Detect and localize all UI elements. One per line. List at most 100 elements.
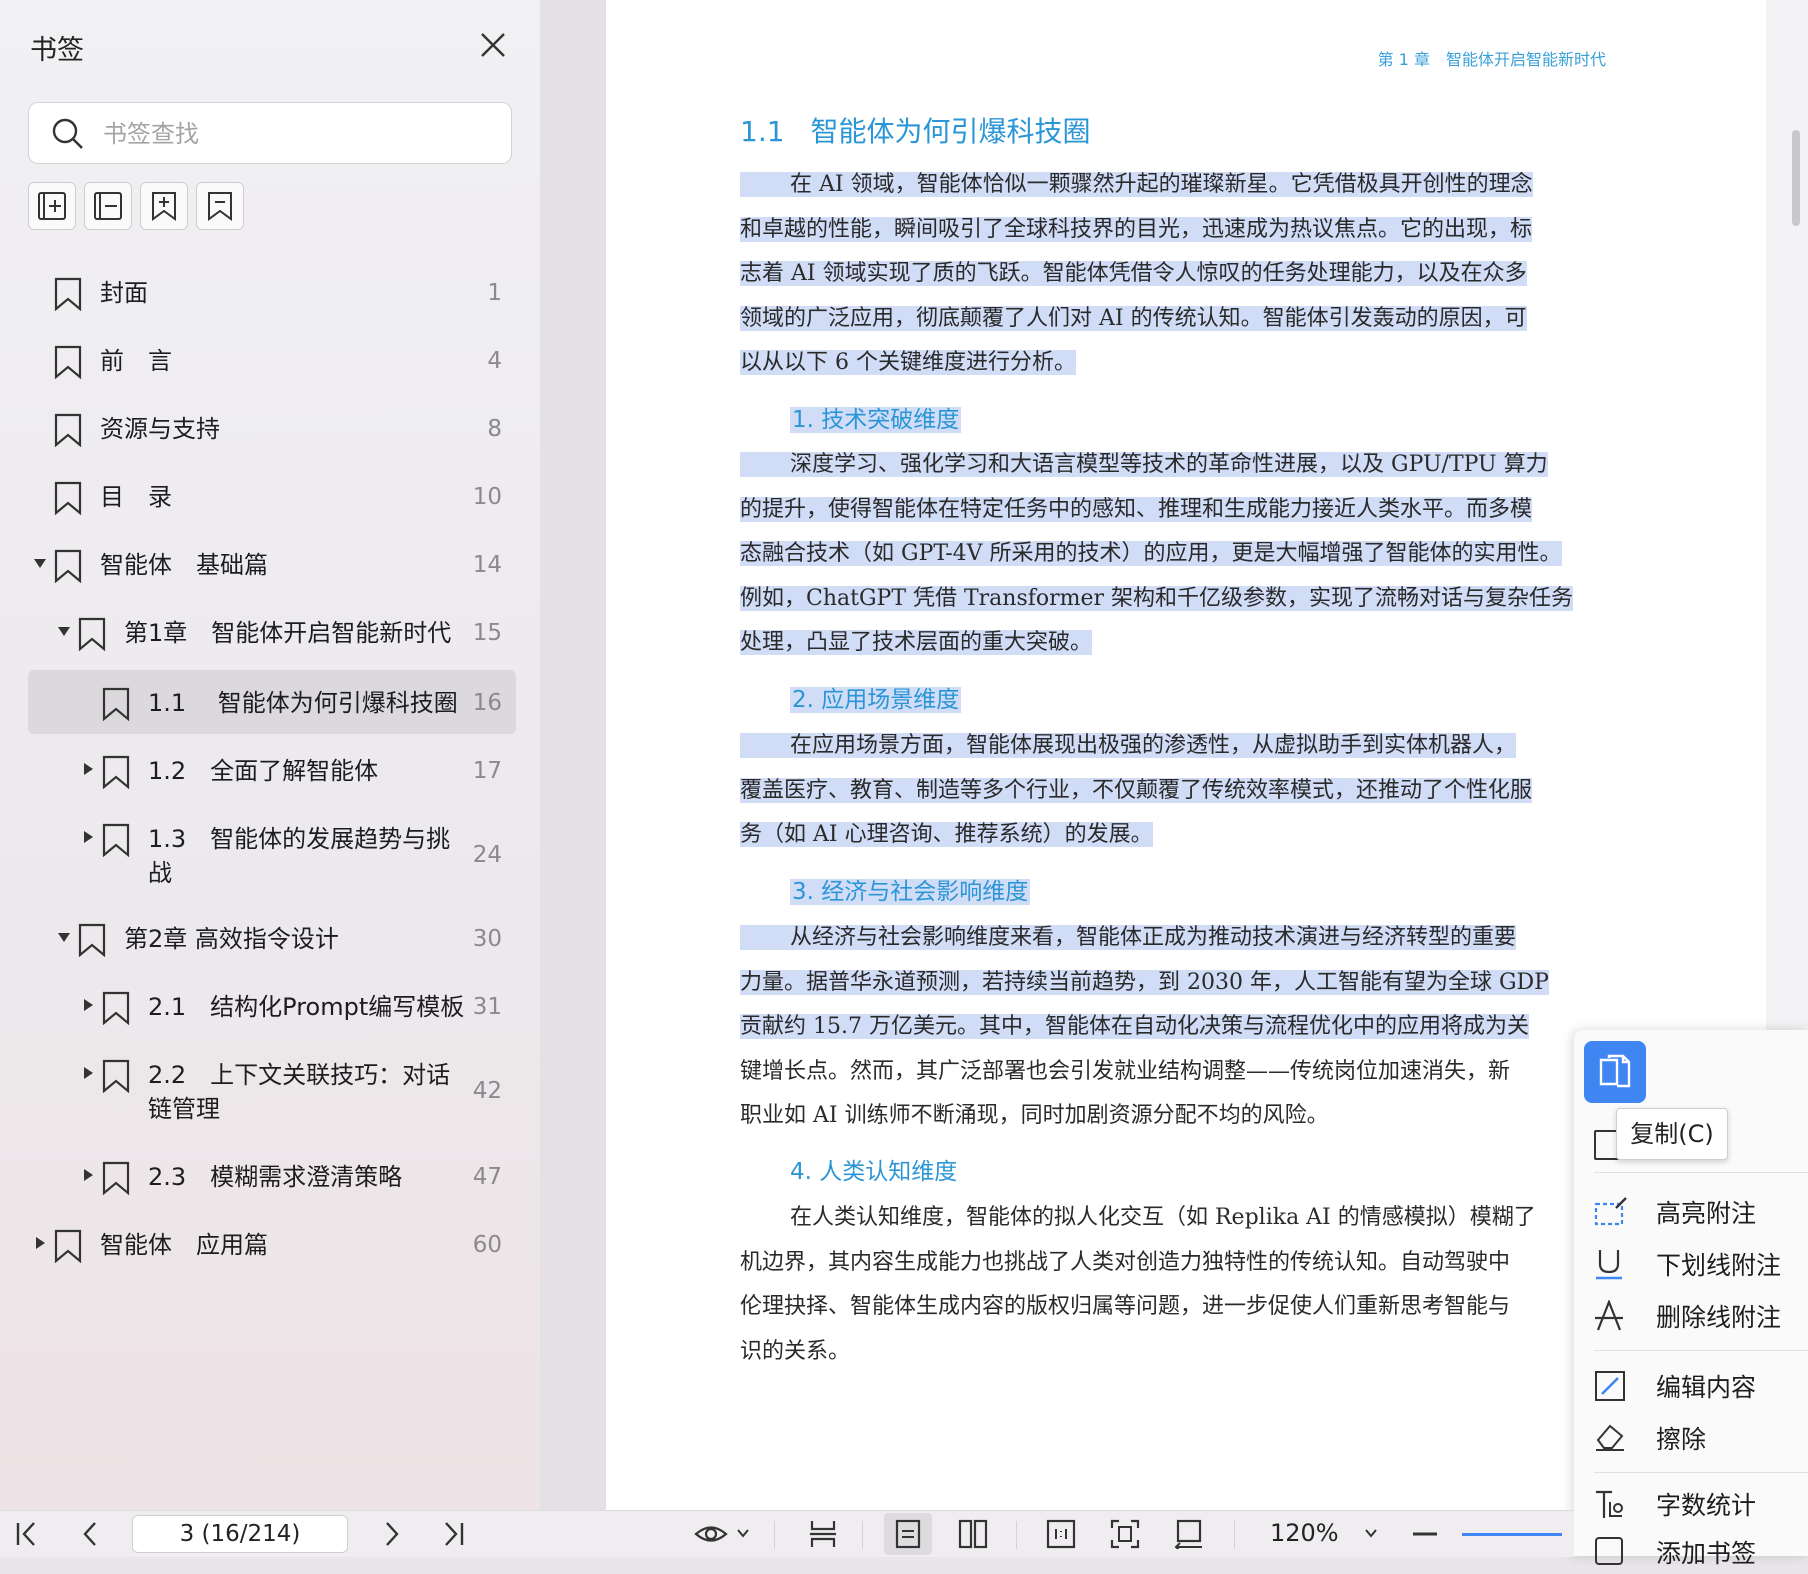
paragraph[interactable]: 在人类认知维度，智能体的拟人化交互（如 Replika AI 的情感模拟）模糊了… — [740, 1196, 1614, 1374]
erase-item[interactable]: 擦除 — [1594, 1416, 1804, 1460]
add-bookmark-button[interactable] — [140, 182, 188, 230]
zoom-level[interactable]: 120% — [1270, 1519, 1339, 1547]
expand-triangle-icon[interactable] — [84, 999, 93, 1011]
page-number-input[interactable]: 3 (16/214) — [132, 1515, 348, 1553]
expand-all-button[interactable] — [28, 182, 76, 230]
intro-paragraph[interactable]: 在 AI 领域，智能体恰似一颗骤然升起的璀璨新星。它凭借极具开创性的理念 和卓越… — [740, 163, 1614, 386]
add-bookmark-item[interactable]: 添加书签 — [1594, 1530, 1804, 1574]
collapse-triangle-icon[interactable] — [58, 627, 70, 636]
close-icon[interactable] — [478, 30, 508, 60]
bookmark-page: 42 — [472, 1078, 502, 1104]
bookmark-item[interactable]: 2.2 上下文关联技巧：对话 链管理 42 — [28, 1042, 516, 1138]
bookmark-item[interactable]: 智能体 基础篇 14 — [28, 532, 516, 596]
continuous-scroll-icon[interactable] — [808, 1519, 838, 1549]
bookmark-label: 智能体 基础篇 — [100, 551, 268, 579]
bookmark-icon — [54, 481, 82, 515]
last-page-icon[interactable] — [440, 1519, 466, 1549]
bookmark-page: 17 — [472, 758, 502, 784]
remove-bookmark-button[interactable] — [196, 182, 244, 230]
view-mode-eye-icon[interactable] — [694, 1519, 728, 1549]
bookmark-add-icon — [152, 192, 176, 221]
previous-page-icon[interactable] — [80, 1519, 100, 1549]
bookmark-search-input[interactable] — [101, 113, 495, 155]
paragraph[interactable]: 从经济与社会影响维度来看，智能体正成为推动技术演进与经济转型的重要 力量。据普华… — [740, 916, 1614, 1139]
bookmark-item[interactable]: 1.3 智能体的发展趋势与挑 战 24 — [28, 806, 516, 902]
text-line: 力量。据普华永道预测，若持续当前趋势，到 2030 年，人工智能有望为全球 GD… — [740, 969, 1549, 995]
paragraph[interactable]: 深度学习、强化学习和大语言模型等技术的革命性进展，以及 GPU/TPU 算力 的… — [740, 443, 1614, 666]
copy-button[interactable] — [1584, 1041, 1646, 1103]
bookmark-label: 封面 — [100, 279, 148, 307]
bookmark-item[interactable]: 第1章 智能体开启智能新时代 15 — [28, 600, 516, 664]
collapse-triangle-icon[interactable] — [58, 933, 70, 942]
bookmark-page: 15 — [472, 620, 502, 646]
bookmark-item[interactable]: 2.3 模糊需求澄清策略 47 — [28, 1144, 516, 1208]
collapse-all-button[interactable] — [84, 182, 132, 230]
menu-label: 字数统计 — [1656, 1491, 1757, 1520]
bookmark-item[interactable]: 资源与支持 8 — [28, 396, 516, 460]
scrollbar-thumb[interactable] — [1792, 130, 1800, 226]
bookmark-item[interactable]: 第2章 高效指令设计 30 — [28, 906, 516, 970]
expand-triangle-icon[interactable] — [84, 831, 93, 843]
bookmark-page: 10 — [472, 484, 502, 510]
text-line: 志着 AI 领域实现了质的飞跃。智能体凭借令人惊叹的任务处理能力，以及在众多 — [740, 261, 1527, 286]
menu-label: 高亮附注 — [1656, 1199, 1757, 1228]
menu-label: 删除线附注 — [1656, 1303, 1782, 1332]
expand-triangle-icon[interactable] — [84, 1169, 93, 1181]
edit-content-item[interactable]: 编辑内容 — [1594, 1364, 1804, 1408]
bookmark-search-box[interactable] — [28, 102, 512, 164]
fit-page-icon[interactable] — [1110, 1519, 1140, 1549]
toolbar-divider — [1234, 1521, 1235, 1549]
zoom-slider[interactable] — [1462, 1533, 1562, 1536]
highlight-icon — [1594, 1197, 1627, 1226]
underline-annotation-item[interactable]: 下划线附注 — [1594, 1242, 1804, 1286]
bookmark-page: 14 — [472, 552, 502, 578]
menu-divider — [1594, 1350, 1808, 1351]
text-line: 键增长点。然而，其广泛部署也会引发就业结构调整——传统岗位加速消失，新 — [740, 1058, 1511, 1084]
bookmark-label: 1.2 全面了解智能体 — [148, 757, 379, 785]
single-page-icon[interactable] — [894, 1519, 922, 1549]
bookmark-page: 24 — [472, 842, 502, 868]
word-count-item[interactable]: 字数统计 — [1594, 1482, 1804, 1526]
bookmark-item[interactable]: 2.1 结构化Prompt编写模板 31 — [28, 974, 516, 1038]
text-line: 深度学习、强化学习和大语言模型等技术的革命性进展，以及 GPU/TPU 算力 — [790, 452, 1548, 477]
bookmark-item[interactable]: 封面 1 — [28, 260, 516, 324]
bookmark-label: 第2章 高效指令设计 — [124, 925, 339, 953]
collapse-triangle-icon[interactable] — [34, 559, 46, 568]
first-page-icon[interactable] — [14, 1519, 40, 1549]
bookmark-label: 2.1 结构化Prompt编写模板 — [148, 993, 465, 1021]
expand-triangle-icon[interactable] — [84, 1067, 93, 1079]
two-page-icon[interactable] — [958, 1519, 988, 1549]
expand-triangle-icon[interactable] — [84, 763, 93, 775]
zoom-out-icon[interactable] — [1412, 1531, 1438, 1537]
bookmark-icon — [78, 617, 106, 651]
section-title: 智能体为何引爆科技圈 — [810, 115, 1091, 148]
bookmark-item[interactable]: 智能体 应用篇 60 — [28, 1212, 516, 1276]
menu-divider — [1594, 1172, 1808, 1173]
strikethrough-annotation-item[interactable]: 删除线附注 — [1594, 1294, 1804, 1338]
text-line: 覆盖医疗、教育、制造等多个行业，不仅颠覆了传统效率模式，还推动了个性化服 — [740, 777, 1533, 803]
paragraph[interactable]: 在应用场景方面，智能体展现出极强的渗透性，从虚拟助手到实体机器人， 覆盖医疗、教… — [740, 724, 1614, 858]
bookmark-item[interactable]: 目 录 10 — [28, 464, 516, 528]
actual-size-icon[interactable] — [1046, 1519, 1076, 1549]
bookmark-item-selected[interactable]: 1.1 智能体为何引爆科技圈 16 — [28, 670, 516, 734]
chevron-down-icon[interactable] — [736, 1527, 750, 1539]
bookmark-label: 1.1 智能体为何引爆科技圈 — [148, 689, 458, 717]
bookmark-page: 4 — [487, 348, 502, 374]
menu-divider — [1594, 1472, 1808, 1473]
fit-width-icon[interactable] — [1174, 1519, 1204, 1549]
menu-label: 编辑内容 — [1656, 1373, 1757, 1402]
collapse-all-icon — [94, 192, 122, 220]
edit-icon — [1595, 1371, 1625, 1401]
bookmark-item[interactable]: 前 言 4 — [28, 328, 516, 392]
subsection-heading: 1. 技术突破维度 — [790, 407, 962, 433]
underline-icon — [1596, 1250, 1622, 1280]
text-line: 的提升，使得智能体在特定任务中的感知、推理和生成能力接近人类水平。而多模 — [740, 496, 1533, 522]
section-heading: 1.1 智能体为何引爆科技圈 — [740, 110, 1091, 150]
chevron-down-icon[interactable] — [1364, 1527, 1378, 1539]
subsection-heading: 3. 经济与社会影响维度 — [790, 879, 1031, 905]
next-page-icon[interactable] — [382, 1519, 402, 1549]
bookmark-item[interactable]: 1.2 全面了解智能体 17 — [28, 738, 516, 802]
search-icon — [52, 118, 83, 149]
expand-triangle-icon[interactable] — [36, 1237, 45, 1249]
highlight-annotation-item[interactable]: 高亮附注 — [1594, 1190, 1804, 1234]
